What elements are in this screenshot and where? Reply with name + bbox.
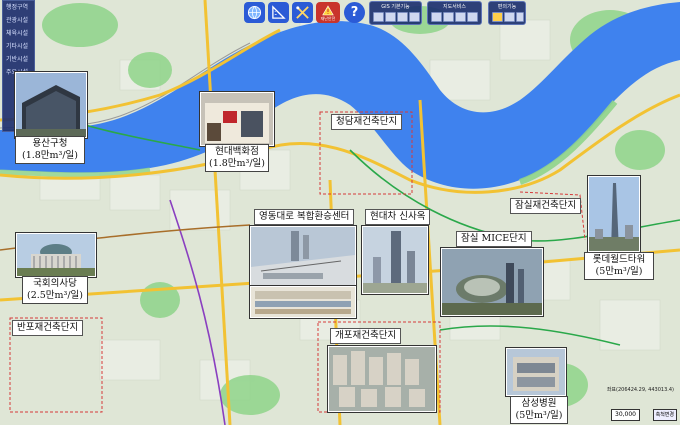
gis-basic-toolbar: GIS 기본기능 [369, 1, 422, 25]
yongsan-office-photo [15, 72, 87, 138]
callout-capacity: (1.8만m³/일) [21, 150, 79, 161]
callout-capacity: (1.8만m³/일) [208, 158, 266, 169]
yeongdong-label: 영동대로 복합환승센터 [254, 209, 355, 225]
gaepo-label: 개포재건축단지 [330, 328, 402, 344]
banpo-label: 반포재건축단지 [12, 320, 84, 336]
cheongdam-label: 청담재건축단지 [331, 114, 403, 130]
scale-value: 30,000 [611, 409, 640, 421]
base-map-icon[interactable] [431, 12, 442, 22]
zoom-out-icon[interactable] [385, 12, 396, 22]
samsung-hospital-caption: 삼성병원 (5만m³/일) [510, 396, 568, 424]
layer-item[interactable]: 관광시설 [3, 14, 34, 27]
layer-item[interactable]: 행정구역 [3, 1, 34, 14]
hybrid-icon[interactable] [455, 12, 466, 22]
pan-icon[interactable] [397, 12, 408, 22]
settings-icon[interactable] [516, 12, 524, 22]
callout-title: 국회의사당 [33, 278, 77, 289]
gis-toolbar-title: GIS 기본기능 [381, 4, 410, 10]
help-icon[interactable]: ? [344, 2, 365, 23]
callout-title: 용산구청 [32, 138, 68, 149]
callout-title: 롯데월드타워 [592, 254, 646, 265]
yeongdong-section-photo [250, 286, 356, 318]
hyundai-car-label: 현대차 신사옥 [365, 209, 431, 225]
coordinate-readout: 좌표(206424.29, 443013.4) [606, 387, 674, 393]
jamsil-rebuild-label: 잠실재건축단지 [510, 198, 582, 214]
hyundai-dept-caption: 현대백화점 (1.8만m³/일) [205, 144, 269, 172]
globe-icon[interactable] [244, 2, 265, 23]
yongsan-office-caption: 용산구청 (1.8만m³/일) [15, 136, 85, 164]
national-assembly-photo [16, 233, 96, 277]
save-icon[interactable] [504, 12, 515, 22]
samsung-hospital-photo [506, 348, 566, 396]
print-icon[interactable] [492, 12, 503, 22]
callout-capacity: (5만m³/일) [595, 266, 643, 277]
warning-icon [322, 4, 334, 15]
map-toolbar-title: 지도서비스 [442, 4, 466, 10]
callout-capacity: (2.5만m³/일) [26, 290, 84, 301]
national-assembly-caption: 국회의사당 (2.5만m³/일) [22, 276, 88, 304]
utility-toolbar: 편의기능 [488, 1, 526, 25]
ruler-icon[interactable] [268, 2, 289, 23]
disaster-safety-label: 재난안전 [320, 15, 336, 21]
disaster-safety-button[interactable]: 재난안전 [316, 2, 340, 23]
yeongdong-transit-photo [250, 226, 356, 288]
jamsil-mice-label: 잠실 MICE단지 [456, 231, 532, 247]
callout-title: 현대백화점 [215, 146, 259, 157]
callout-title: 삼성병원 [521, 398, 557, 409]
layer-item[interactable]: 체육시설 [3, 27, 34, 40]
hyundai-dept-photo [200, 92, 274, 146]
layer-icon[interactable] [467, 12, 478, 22]
refresh-icon[interactable] [409, 12, 420, 22]
layer-item[interactable]: 기타시설 [3, 40, 34, 53]
zoom-in-icon[interactable] [373, 12, 384, 22]
gaepo-complex-photo [328, 346, 436, 412]
tools-icon[interactable] [292, 2, 313, 23]
lotte-tower-caption: 롯데월드타워 (5만m³/일) [584, 252, 654, 280]
lotte-tower-photo [588, 176, 640, 252]
map-service-toolbar: 지도서비스 [427, 1, 482, 25]
satellite-icon[interactable] [443, 12, 454, 22]
util-toolbar-title: 편의기능 [497, 4, 517, 10]
layer-item[interactable]: 기반시설 [3, 53, 34, 66]
scale-change-button[interactable]: 축척변경 [652, 409, 677, 421]
jamsil-mice-photo [441, 248, 543, 316]
callout-capacity: (5만m³/일) [515, 410, 563, 421]
hyundai-car-hq-photo [362, 226, 428, 294]
